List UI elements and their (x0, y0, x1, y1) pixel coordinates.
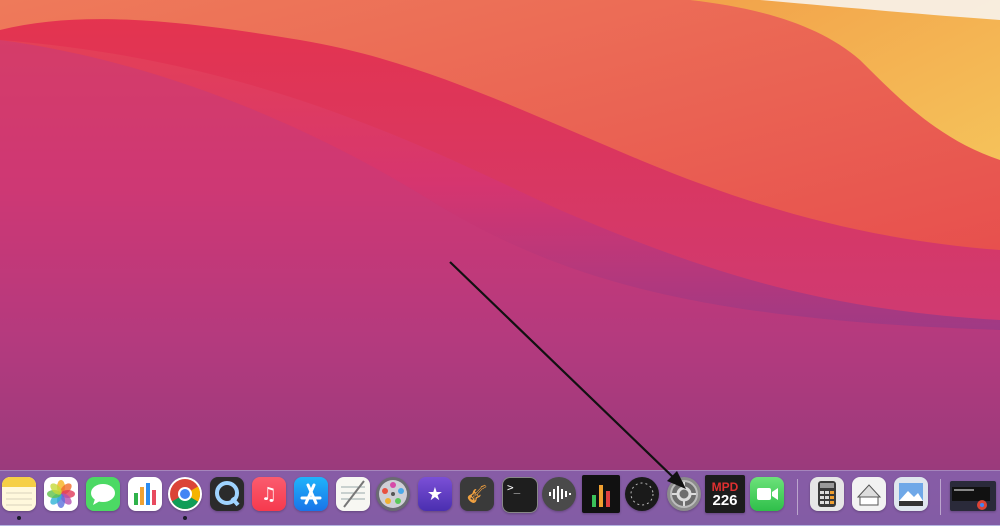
messages-icon (91, 484, 115, 505)
dock-separator (797, 479, 798, 515)
dock-item-photos[interactable] (44, 477, 78, 511)
gear-icon (670, 480, 698, 508)
facetime-icon (757, 488, 778, 500)
dock: ♫ ★ 🎸︎ >_ MPD 226 (0, 470, 1000, 526)
dock-item-imovie[interactable]: ★ (418, 477, 452, 511)
dock-item-music[interactable]: ♫ (252, 477, 286, 511)
dock-item-numbers[interactable] (128, 477, 162, 511)
running-indicator (17, 516, 21, 520)
preview-icon (899, 483, 923, 506)
imovie-star-icon: ★ (426, 483, 444, 505)
numbers-icon (134, 483, 156, 505)
terminal-icon: >_ (507, 481, 521, 494)
dock-item-facetime[interactable] (750, 477, 784, 511)
film-reel-icon (379, 480, 407, 508)
dock-item-terminal[interactable]: >_ (502, 477, 538, 513)
dock-item-mpd226[interactable]: MPD 226 (705, 475, 745, 513)
dock-item-garageband[interactable]: 🎸︎ (460, 477, 494, 511)
dock-item-quicktime[interactable] (210, 477, 244, 511)
app-store-icon (300, 483, 322, 505)
dock-item-meter[interactable] (582, 475, 620, 513)
dock-item-app-store[interactable] (294, 477, 328, 511)
photos-icon (47, 480, 75, 508)
dock-item-printer[interactable] (852, 477, 886, 511)
dock-item-notes[interactable] (2, 477, 36, 511)
dock-item-system-preferences[interactable] (667, 477, 701, 511)
notes-icon (2, 477, 36, 506)
guitar-icon: 🎸︎ (465, 483, 489, 505)
spitfire-icon (630, 482, 654, 506)
chrome-icon (170, 479, 201, 510)
dock-item-chrome[interactable] (168, 477, 202, 511)
desktop-wallpaper (0, 0, 1000, 525)
dock-item-recent-window[interactable] (950, 481, 996, 511)
music-note-icon: ♫ (260, 483, 278, 505)
textedit-icon (341, 480, 365, 508)
dock-separator (940, 479, 941, 515)
dock-item-messages[interactable] (86, 477, 120, 511)
dock-item-textedit[interactable] (336, 477, 370, 511)
dock-item-final-cut[interactable] (376, 477, 410, 511)
mpd226-label-top: MPD (711, 479, 739, 494)
quicktime-icon (215, 481, 240, 507)
calculator-icon (818, 481, 836, 507)
dock-item-spitfire-audio[interactable] (625, 477, 659, 511)
mpd226-label-bottom: 226 (712, 491, 738, 509)
dock-item-audio-wave[interactable] (542, 477, 576, 511)
window-thumbnail-icon (952, 487, 990, 510)
printer-icon (856, 484, 882, 506)
bar-meter-icon (592, 485, 610, 507)
dock-item-preview[interactable] (894, 477, 928, 511)
dock-item-calculator[interactable] (810, 477, 844, 511)
running-indicator (183, 516, 187, 520)
waveform-icon (549, 486, 571, 502)
